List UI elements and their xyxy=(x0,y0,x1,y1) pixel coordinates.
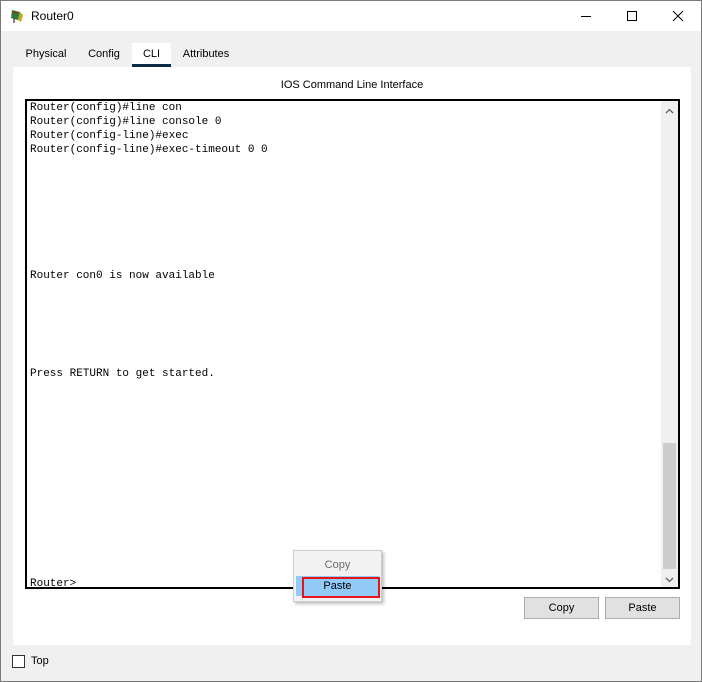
cli-heading: IOS Command Line Interface xyxy=(280,79,424,91)
tab-physical[interactable]: Physical xyxy=(15,43,77,65)
minimize-button[interactable] xyxy=(563,1,609,31)
terminal-line: Router(config)#line console 0 xyxy=(30,116,222,128)
copy-button[interactable]: Copy xyxy=(524,597,599,619)
scroll-down-button[interactable] xyxy=(661,570,678,587)
tab-attributes[interactable]: Attributes xyxy=(177,43,235,65)
terminal-line: Router(config-line)#exec-timeout 0 0 xyxy=(30,144,268,156)
close-icon xyxy=(672,10,684,22)
terminal-line: Router con0 is now available xyxy=(30,270,215,282)
terminal-line: Router(config)#line con xyxy=(30,102,182,114)
tab-cli[interactable]: CLI xyxy=(132,43,171,65)
paste-button[interactable]: Paste xyxy=(605,597,680,619)
router-window: Router0 Physical Config CLI Attributes I… xyxy=(0,0,702,682)
router-icon xyxy=(9,8,25,24)
window-title: Router0 xyxy=(31,9,74,23)
chevron-down-icon xyxy=(665,572,674,586)
minimize-icon xyxy=(580,10,592,22)
close-button[interactable] xyxy=(655,1,701,31)
terminal-line: Press RETURN to get started. xyxy=(30,368,215,380)
top-checkbox[interactable] xyxy=(12,655,25,668)
context-menu: Copy Paste xyxy=(293,550,382,602)
maximize-button[interactable] xyxy=(609,1,655,31)
top-checkbox-label: Top xyxy=(31,655,49,667)
terminal-line: Router(config-line)#exec xyxy=(30,130,189,142)
tab-config[interactable]: Config xyxy=(81,43,127,65)
title-bar[interactable]: Router0 xyxy=(1,1,701,31)
scroll-up-button[interactable] xyxy=(661,101,678,118)
vertical-scrollbar[interactable] xyxy=(661,101,678,587)
terminal-output: Router(config)#line con Router(config)#li… xyxy=(30,101,660,587)
chevron-up-icon xyxy=(665,103,674,117)
context-menu-copy[interactable]: Copy xyxy=(296,555,379,575)
maximize-icon xyxy=(626,10,638,22)
scroll-thumb[interactable] xyxy=(663,443,676,569)
terminal-line: Router> xyxy=(30,578,77,589)
context-menu-paste[interactable]: Paste xyxy=(296,576,379,596)
cli-terminal[interactable]: Router(config)#line con Router(config)#li… xyxy=(25,99,680,589)
